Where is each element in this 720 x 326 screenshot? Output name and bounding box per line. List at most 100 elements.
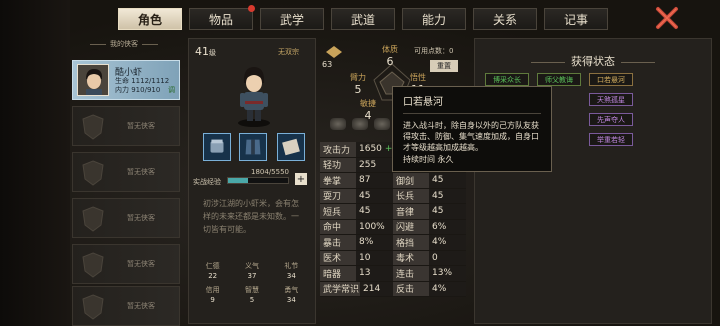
tab-abilities[interactable]: 能力	[402, 8, 466, 30]
status-badge[interactable]: 口若悬河	[589, 73, 633, 86]
left-backdrop	[0, 0, 70, 326]
tab-martial-way[interactable]: 武道	[331, 8, 395, 30]
empty-slot-label: 暂无侠客	[127, 122, 155, 130]
exp-label: 实战经验	[193, 178, 221, 186]
attr-tizhi[interactable]: 体质 6	[382, 44, 398, 68]
stat-value: 45	[356, 188, 393, 203]
tooltip-title: 口若悬河	[403, 93, 541, 114]
tab-relations[interactable]: 关系	[473, 8, 537, 30]
stat-label: 轻功	[320, 157, 356, 172]
tab-character[interactable]: 角色	[118, 8, 182, 30]
reset-button[interactable]: 重置	[430, 60, 458, 72]
virtue-label: 礼节	[284, 262, 299, 270]
stat-cell: 毒术 0	[393, 250, 466, 266]
stat-label: 武学常识	[320, 281, 360, 296]
tooltip-body: 进入战斗时，除自身以外的己方队友获得攻击、防御、集气速度加成，自身口才等级越高加…	[403, 121, 539, 152]
shield-icon	[82, 206, 104, 232]
virtue-label: 义气	[244, 262, 259, 270]
stat-cell: 命中 100%	[320, 219, 393, 235]
stat-row: 暗器 13 连击 13%	[320, 266, 466, 282]
add-exp-button[interactable]: +	[295, 173, 307, 185]
stat-value: 45	[429, 188, 466, 203]
stat-number: 1650	[359, 144, 382, 155]
tab-martial-arts[interactable]: 武学	[260, 8, 324, 30]
empty-slot-label: 暂无侠客	[127, 260, 155, 268]
stat-value: 4%	[429, 235, 466, 250]
virtue-item: 义气 37	[232, 261, 271, 281]
virtue-value: 34	[286, 296, 296, 304]
attr-value: 5	[354, 83, 362, 96]
stat-value: 100%	[356, 219, 393, 234]
empty-slot[interactable]: 暂无侠客	[72, 198, 180, 238]
stat-value: 8%	[356, 235, 393, 250]
stat-cell: 武学常识 214	[320, 281, 393, 297]
hero-slot-active[interactable]: 酷小虾 生命 1112/1112 内力 910/910 调	[72, 60, 180, 100]
equip-slot-weapon[interactable]	[203, 133, 231, 161]
scroll-icon	[282, 138, 300, 156]
empty-slot[interactable]: 暂无侠客	[72, 152, 180, 192]
hero-roster: 我的侠客 酷小虾 生命 1112/1112 内力 910/910 调 暂无侠客 …	[68, 36, 180, 326]
empty-slot[interactable]: 暂无侠客	[72, 244, 180, 284]
attr-label: 体质	[382, 45, 398, 54]
attr-biyi[interactable]: 臂力 5	[350, 72, 366, 96]
status-badge[interactable]: 举重若轻	[589, 133, 633, 146]
stat-label: 反击	[393, 281, 429, 296]
equip-slot-accessory[interactable]	[277, 133, 305, 161]
close-icon[interactable]	[654, 6, 680, 30]
stat-cell: 音律 45	[393, 204, 466, 220]
equip-slot-armor[interactable]	[239, 133, 267, 161]
character-panel: 41级 无双宗 1804/5550 实战经验 + 初涉江湖的小虾米，会有怎样的未…	[188, 38, 316, 324]
avatar	[77, 64, 109, 96]
stat-value: 6%	[429, 219, 466, 234]
roster-title-text: 我的侠客	[110, 40, 138, 48]
status-title-text: 获得状态	[571, 55, 615, 68]
stat-cell: 长兵 45	[393, 188, 466, 204]
stat-row: 拳掌 87 御剑 45	[320, 173, 466, 189]
stat-value: 214	[360, 281, 393, 296]
stat-value: 45	[429, 173, 466, 188]
stat-cell: 医术 10	[320, 250, 393, 266]
exp-value: 1804/5550	[251, 168, 289, 176]
status-badge[interactable]: 天煞孤星	[589, 93, 633, 106]
status-badge[interactable]: 师父教诲	[537, 73, 581, 86]
tab-journal[interactable]: 记事	[544, 8, 608, 30]
attributes-panel: 63 体质6 臂力5 悟性11 敏捷4 可用点数：0 重置 攻击力1650+18…	[318, 38, 466, 324]
stat-label: 音律	[393, 204, 429, 219]
empty-slot-label: 暂无侠客	[127, 302, 155, 310]
empty-slot[interactable]: 暂无侠客	[72, 106, 180, 146]
level-unit: 级	[209, 49, 216, 57]
hero-tag: 调	[168, 86, 175, 94]
empty-slot[interactable]: 暂无侠客	[72, 286, 180, 326]
stat-label: 暗器	[320, 266, 356, 281]
stat-label: 短兵	[320, 204, 356, 219]
stat-row: 武学常识 214 反击 4%	[320, 281, 466, 297]
status-tooltip: 口若悬河 进入战斗时，除自身以外的己方队友获得攻击、防御、集气速度加成，自身口才…	[392, 86, 552, 172]
sect-name: 无双宗	[278, 48, 299, 56]
stat-label: 格挡	[393, 235, 429, 250]
stat-row: 短兵 45 音律 45	[320, 204, 466, 220]
level: 41级	[195, 45, 216, 58]
virtue-label: 智慧	[244, 286, 259, 294]
gauntlet-icon	[210, 139, 224, 153]
stat-label: 御剑	[393, 173, 429, 188]
virtue-value: 37	[247, 272, 257, 280]
stat-label: 耍刀	[320, 188, 356, 203]
tab-items[interactable]: 物品	[189, 5, 255, 30]
virtue-value: 9	[210, 296, 215, 304]
shield-icon	[82, 294, 104, 320]
tab-label: 物品	[208, 12, 233, 27]
status-panel: 获得状态 博采众长 师父教诲 口若悬河 天煞孤星 先声夺人 举重若轻	[474, 38, 712, 324]
status-badge[interactable]: 先声夺人	[589, 113, 633, 126]
status-badge[interactable]: 博采众长	[485, 73, 529, 86]
attr-label: 臂力	[350, 73, 366, 82]
character-bio: 初涉江湖的小虾米，会有怎样的未来还都是未知数。一切皆有可能。	[203, 199, 299, 234]
shield-icon	[82, 252, 104, 278]
orb-icon	[352, 118, 368, 130]
tab-label: 武学	[279, 12, 304, 27]
shield-icon	[82, 114, 104, 140]
attr-label: 悟性	[410, 73, 426, 82]
shield-icon	[82, 160, 104, 186]
roster-title: 我的侠客	[68, 36, 180, 52]
empty-slot-label: 暂无侠客	[127, 214, 155, 222]
stat-cell: 暗器 13	[320, 266, 393, 282]
